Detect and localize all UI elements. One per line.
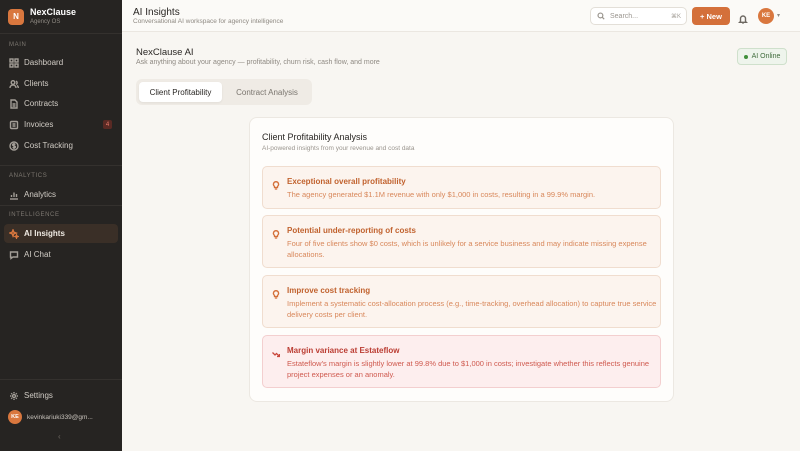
insight-title: Potential under-reporting of costs: [287, 226, 416, 235]
search-placeholder: Search...: [610, 12, 639, 20]
brand[interactable]: N NexClause Agency OS: [8, 8, 76, 25]
sidebar-item-label: Contracts: [24, 99, 59, 108]
page-title: AI Insights: [133, 7, 180, 18]
insight-description: The agency generated $1.1M revenue with …: [287, 190, 596, 199]
status-label: AI Online: [751, 53, 781, 60]
search-icon: [597, 12, 605, 20]
insight-card: Exceptional overall profitability The ag…: [262, 166, 661, 209]
sidebar-item-label: AI Chat: [24, 250, 51, 259]
divider: [0, 205, 122, 206]
invoices-count-badge: 4: [103, 120, 112, 129]
avatar[interactable]: KE: [758, 8, 774, 24]
divider: [0, 379, 122, 380]
user-email: kevinkariuki339@gm...: [27, 413, 93, 421]
section-label-intelligence: INTELLIGENCE: [9, 212, 60, 218]
sidebar-item-cost-tracking[interactable]: Cost Tracking: [4, 136, 118, 155]
gear-icon: [9, 391, 19, 401]
panel-title: Client Profitability Analysis: [262, 132, 368, 142]
divider: [0, 33, 122, 34]
panel-subtitle: AI-powered insights from your revenue an…: [262, 145, 415, 152]
dollar-icon: [9, 140, 19, 151]
sidebar-item-settings[interactable]: Settings: [4, 386, 118, 405]
sidebar: N NexClause Agency OS MAIN Dashboard Cli…: [0, 0, 122, 451]
brand-subtitle: Agency OS: [30, 19, 61, 25]
topbar: AI Insights Conversational AI workspace …: [122, 0, 800, 32]
insight-card: Potential under-reporting of costs Four …: [262, 215, 661, 268]
sidebar-item-label: Cost Tracking: [24, 141, 73, 150]
sidebar-item-label: Analytics: [24, 190, 57, 199]
insight-card: Improve cost tracking Implement a system…: [262, 275, 661, 328]
brand-logo: N: [8, 8, 24, 25]
users-icon: [9, 79, 19, 89]
sidebar-item-dashboard[interactable]: Dashboard: [4, 53, 118, 72]
sidebar-item-analytics[interactable]: Analytics: [4, 185, 118, 204]
sidebar-item-label: Clients: [24, 79, 49, 88]
search-shortcut: ⌘K: [670, 13, 681, 20]
section-label-analytics: ANALYTICS: [9, 173, 48, 179]
section-title: NexClause AI: [136, 47, 194, 58]
insight-description: Implement a systematic cost-allocation p…: [287, 299, 657, 319]
sidebar-item-label: AI Insights: [24, 229, 65, 238]
sidebar-item-ai-chat[interactable]: AI Chat: [4, 245, 118, 264]
sidebar-item-label: Dashboard: [24, 58, 64, 67]
chat-icon: [9, 250, 19, 260]
chevron-down-icon[interactable]: ▾: [777, 12, 780, 19]
insight-title: Margin variance at Estateflow: [287, 346, 400, 355]
receipt-icon: [9, 120, 19, 130]
insight-title: Improve cost tracking: [287, 286, 371, 295]
sidebar-item-ai-insights[interactable]: AI Insights: [4, 224, 118, 243]
tab-bar: Client Profitability Contract Analysis: [136, 79, 312, 105]
user-account[interactable]: KE kevinkariuki339@gm...: [8, 410, 93, 424]
tab-client-profitability[interactable]: Client Profitability: [139, 82, 222, 102]
lightbulb-icon: [272, 286, 280, 299]
insight-description: Four of five clients show $0 costs, whic…: [287, 239, 647, 259]
document-icon: [9, 98, 19, 109]
lightbulb-icon: [272, 177, 280, 190]
page-subtitle: Conversational AI workspace for agency i…: [133, 18, 284, 25]
sparkle-icon: [9, 228, 19, 239]
insight-description: Estateflow's margin is slightly lower at…: [287, 359, 650, 379]
trending-down-icon: [272, 346, 281, 358]
divider: [0, 165, 122, 166]
tab-contract-analysis[interactable]: Contract Analysis: [225, 82, 309, 102]
sidebar-item-contracts[interactable]: Contracts: [4, 94, 118, 113]
lightbulb-icon: [272, 226, 280, 239]
avatar: KE: [8, 410, 22, 424]
status-dot: [743, 54, 748, 59]
chart-icon: [9, 190, 19, 200]
bell-icon[interactable]: [738, 11, 748, 24]
sidebar-item-label: Settings: [24, 391, 53, 400]
sidebar-item-clients[interactable]: Clients: [4, 74, 118, 93]
analysis-panel: Client Profitability Analysis AI-powered…: [249, 117, 674, 402]
new-button[interactable]: + New: [692, 7, 730, 25]
insight-title: Exceptional overall profitability: [287, 177, 406, 186]
collapse-sidebar-button[interactable]: ‹: [58, 432, 61, 441]
grid-icon: [9, 57, 19, 68]
search-input[interactable]: Search... ⌘K: [590, 7, 687, 25]
sidebar-item-invoices[interactable]: Invoices 4: [4, 115, 118, 134]
insight-card-warning: Margin variance at Estateflow Estateflow…: [262, 335, 661, 388]
section-subtitle: Ask anything about your agency — profita…: [136, 59, 380, 66]
sidebar-item-label: Invoices: [24, 120, 54, 129]
section-label-main: MAIN: [9, 42, 27, 48]
status-badge: AI Online: [737, 48, 787, 65]
brand-name: NexClause: [30, 7, 77, 17]
